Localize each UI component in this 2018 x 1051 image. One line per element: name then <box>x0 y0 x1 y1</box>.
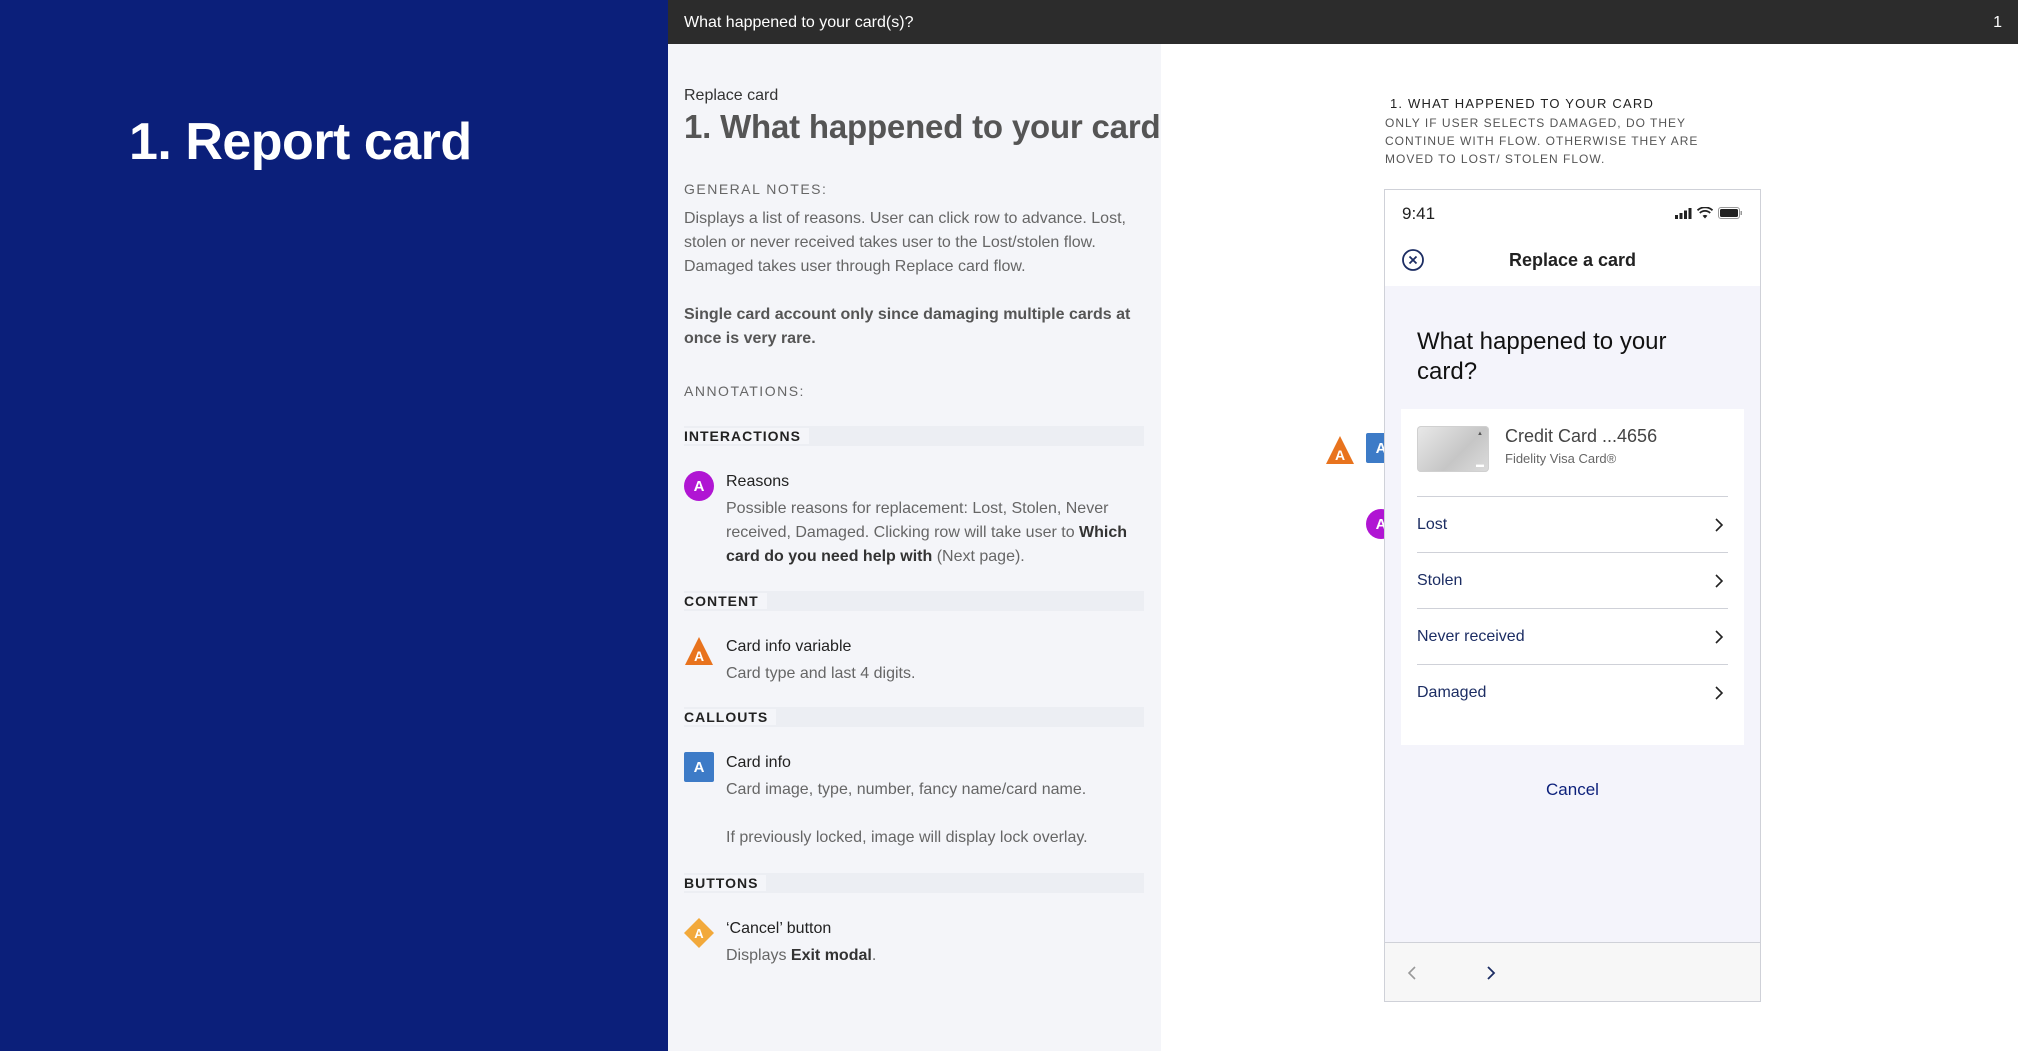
reason-row-lost[interactable]: Lost <box>1417 496 1728 552</box>
page-number: 1 <box>1993 14 2002 31</box>
annotation-desc: Card image, type, number, fancy name/car… <box>726 781 1087 798</box>
annotation-title: ‘Cancel’ button <box>726 920 832 937</box>
category-buttons: BUTTONS <box>684 873 1144 893</box>
reason-row-never-received[interactable]: Never received <box>1417 608 1728 664</box>
annotation-desc: Displays Exit modal. <box>726 944 1144 968</box>
nav-title: Replace a card <box>1508 250 1637 270</box>
forward-arrow-icon[interactable] <box>1486 965 1496 981</box>
reasons-desc-end: (Next page). <box>932 548 1025 565</box>
reason-row-damaged[interactable]: Damaged <box>1417 664 1728 720</box>
category-callouts: CALLOUTS <box>684 707 1144 727</box>
card-brand-mark: ▲ <box>1477 431 1483 437</box>
annotation-card-info: A Card info Card image, type, number, fa… <box>684 752 1144 852</box>
annotation-desc-2: If previously locked, image will display… <box>726 829 1088 846</box>
general-notes-text: Displays a list of reasons. User can cli… <box>684 210 1126 275</box>
card-info-variable-marker: A <box>684 636 714 666</box>
reasons-card: ▲ ▬ Credit Card ...4656 Fidelity Visa Ca… <box>1401 409 1744 745</box>
category-buttons-label: BUTTONS <box>684 875 767 891</box>
annotations-label: ANNOTATIONS: <box>684 383 805 399</box>
chevron-right-icon <box>1715 686 1724 700</box>
back-arrow-icon[interactable] <box>1407 965 1417 981</box>
category-interactions: INTERACTIONS <box>684 426 1144 446</box>
section-title: 1. Report card <box>129 113 472 171</box>
notes-heading: 1. What happened to your card? <box>684 108 1181 145</box>
reason-label: Damaged <box>1417 684 1487 701</box>
card-network-mark: ▬ <box>1476 460 1484 469</box>
cancel-button-marker: A <box>684 918 714 948</box>
cancel-desc-bold: Exit modal <box>790 947 872 964</box>
notes-panel: Replace card 1. What happened to your ca… <box>668 44 1181 1051</box>
signal-icon <box>1675 207 1692 219</box>
wifi-icon <box>1697 207 1713 219</box>
card-name: Credit Card ...4656 <box>1505 426 1658 446</box>
general-notes-label: GENERAL NOTES: <box>684 181 828 197</box>
cancel-marker-letter: A <box>694 926 704 941</box>
canvas-note-title: 1. WHAT HAPPENED TO YOUR CARD <box>1390 96 1655 111</box>
left-panel: 1. Report card <box>0 0 668 1051</box>
status-bar: 9:41 <box>1385 190 1760 234</box>
reason-label: Lost <box>1417 516 1448 533</box>
reason-label: Never received <box>1417 628 1525 645</box>
status-icons <box>1675 207 1742 219</box>
card-image: ▲ ▬ <box>1417 426 1489 472</box>
callout-letter: A <box>1335 447 1345 463</box>
cancel-desc-end: . <box>871 947 877 964</box>
card-subtitle: Fidelity Visa Card® <box>1505 451 1617 466</box>
annotation-card-info-variable: A Card info variable Card type and last … <box>684 636 1144 686</box>
annotation-reasons: A Reasons Possible reasons for replaceme… <box>684 471 1144 565</box>
annotation-cancel-button: A ‘Cancel’ button Displays Exit modal. <box>684 918 1144 968</box>
card-info-marker: A <box>684 752 714 782</box>
annotation-title: Card info variable <box>726 638 852 655</box>
phone-mockup: 9:41 Replace a card What happened to you… <box>1384 189 1761 1002</box>
card-info-variable-callout: A <box>1325 435 1355 470</box>
reason-label: Stolen <box>1417 572 1463 589</box>
reason-row-stolen[interactable]: Stolen <box>1417 552 1728 608</box>
top-bar-title: What happened to your card(s)? <box>684 14 914 31</box>
annotation-title: Reasons <box>726 473 790 490</box>
page-title: What happened to your card? <box>1417 328 1667 385</box>
card-info-variable-letter: A <box>694 648 704 664</box>
annotation-desc: Card type and last 4 digits. <box>726 665 916 682</box>
category-callouts-label: CALLOUTS <box>684 709 777 725</box>
category-content-label: CONTENT <box>684 593 767 609</box>
category-interactions-label: INTERACTIONS <box>684 428 809 444</box>
category-content: CONTENT <box>684 591 1144 611</box>
nav-bar: Replace a card <box>1385 234 1760 286</box>
top-bar: What happened to your card(s)? 1 <box>668 0 2018 44</box>
status-time: 9:41 <box>1402 204 1436 223</box>
annotation-title: Card info <box>726 754 791 771</box>
chevron-right-icon <box>1715 518 1724 532</box>
chevron-right-icon <box>1715 574 1724 588</box>
cancel-desc-text: Displays <box>726 947 791 964</box>
design-canvas: 1. WHAT HAPPENED TO YOUR CARD ONLY IF US… <box>1161 44 2018 1051</box>
browser-bottom-bar <box>1385 942 1760 1001</box>
single-card-note: Single card account only since damaging … <box>684 306 1131 347</box>
battery-icon <box>1718 207 1742 219</box>
reasons-marker: A <box>684 471 714 501</box>
canvas-note-text: ONLY IF USER SELECTS DAMAGED, DO THEY CO… <box>1385 116 1699 166</box>
annotation-desc: Possible reasons for replacement: Lost, … <box>726 497 1144 569</box>
cancel-button[interactable]: Cancel <box>1385 780 1760 800</box>
reasons-desc-text: Possible reasons for replacement: Lost, … <box>726 500 1109 541</box>
notes-eyebrow: Replace card <box>684 87 779 104</box>
chevron-right-icon <box>1715 630 1724 644</box>
